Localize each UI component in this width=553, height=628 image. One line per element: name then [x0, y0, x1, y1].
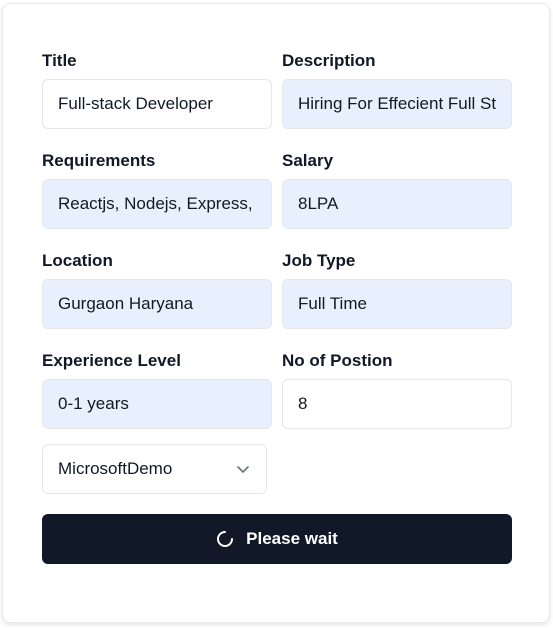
location-label: Location: [42, 251, 113, 270]
experience-level-label: Experience Level: [42, 351, 181, 370]
location-input[interactable]: [42, 279, 272, 329]
title-label: Title: [42, 51, 77, 70]
positions-label: No of Postion: [282, 351, 393, 370]
please-wait-label: Please wait: [246, 529, 338, 548]
company-select[interactable]: MicrosoftDemo: [42, 444, 267, 494]
salary-input[interactable]: [282, 179, 512, 229]
salary-label: Salary: [282, 151, 334, 170]
chevron-down-icon: [235, 461, 251, 477]
job-type-input[interactable]: [282, 279, 512, 329]
requirements-label: Requirements: [42, 151, 156, 170]
job-type-label: Job Type: [282, 251, 356, 270]
description-label: Description: [282, 51, 376, 70]
title-input[interactable]: [42, 79, 272, 129]
description-input[interactable]: [282, 79, 512, 129]
requirements-input[interactable]: [42, 179, 272, 229]
positions-input[interactable]: [282, 379, 512, 429]
please-wait-button[interactable]: Please wait: [42, 514, 512, 564]
company-select-value: MicrosoftDemo: [58, 459, 173, 478]
experience-level-input[interactable]: [42, 379, 272, 429]
loader-spinner-icon: [216, 530, 234, 548]
